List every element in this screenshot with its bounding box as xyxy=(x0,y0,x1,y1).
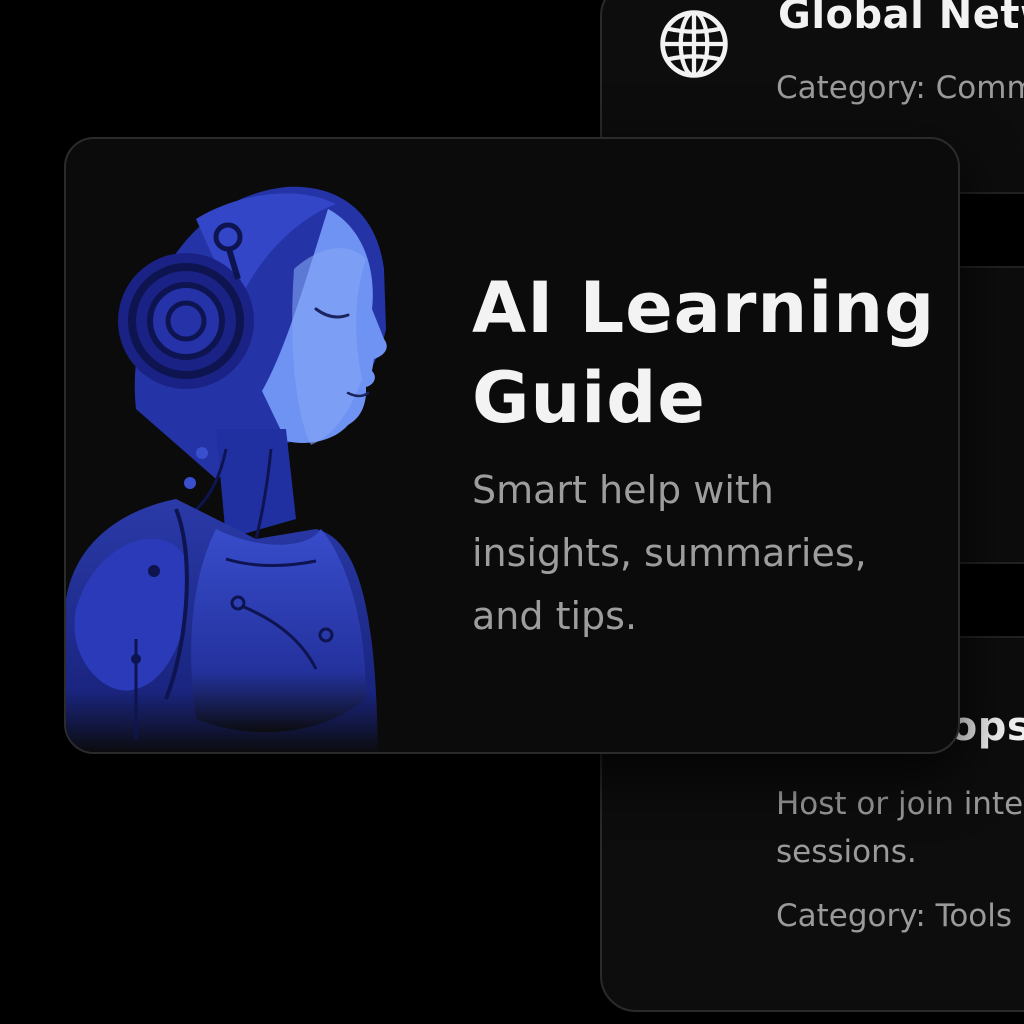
card-title: AI Learning Guide xyxy=(472,267,936,439)
globe-icon xyxy=(660,10,728,78)
ai-learning-guide-card[interactable]: AI Learning Guide Smart help with insigh… xyxy=(64,137,960,754)
list-item-category: Category: Tools xyxy=(776,898,1013,934)
ai-robot-illustration xyxy=(66,186,387,752)
card-description: Smart help with insights, summaries, and… xyxy=(472,468,867,638)
list-item-category: Category: Comm xyxy=(776,70,1024,106)
list-item-description: Host or join inter sessions. xyxy=(776,786,1024,870)
app-canvas: Global Netw Category: Comm Workshops & S… xyxy=(0,0,1024,1024)
list-item-title: Global Netw xyxy=(778,0,1024,38)
